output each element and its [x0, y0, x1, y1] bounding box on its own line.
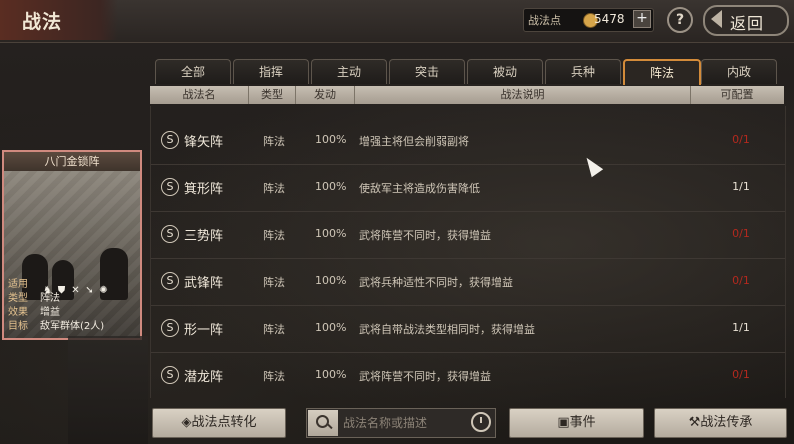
- search-box: [306, 408, 496, 438]
- hammer-icon: ⚒: [688, 415, 701, 430]
- back-button[interactable]: 返回: [703, 5, 789, 36]
- top-bar: 战法 战法点 5478 + ? 返回: [0, 0, 794, 43]
- back-label: 返回: [730, 14, 765, 33]
- tactic-rate: 100%: [315, 133, 347, 146]
- tab-all[interactable]: 全部: [155, 59, 231, 84]
- events-label: 事件: [569, 415, 596, 430]
- tab-internal[interactable]: 内政: [701, 59, 777, 84]
- tactic-rate: 100%: [315, 274, 347, 287]
- grade-badge: S: [161, 131, 179, 149]
- tactic-config-count: 0/1: [732, 368, 750, 381]
- tactic-name: 潜龙阵: [184, 370, 224, 385]
- field-value: 增益: [40, 307, 60, 318]
- tab-command[interactable]: 指挥: [233, 59, 309, 84]
- tab-formation[interactable]: 阵法: [623, 59, 701, 85]
- grade-badge: S: [161, 272, 179, 290]
- page-title: 战法: [22, 11, 63, 33]
- points-value: 5478: [594, 12, 625, 26]
- search-button[interactable]: [308, 410, 338, 436]
- shield-icon: ⛊: [57, 285, 66, 296]
- convert-points-button[interactable]: ◈战法点转化: [152, 408, 286, 438]
- tactic-rate: 100%: [315, 227, 347, 240]
- tactic-type: 阵法: [263, 276, 285, 289]
- tactic-config-count: 0/1: [732, 227, 750, 240]
- field-key: 适用: [8, 279, 28, 290]
- scroll-icon: ▣: [557, 415, 570, 430]
- add-points-button[interactable]: +: [633, 10, 651, 28]
- grade-badge: S: [161, 178, 179, 196]
- inherit-tactic-button[interactable]: ⚒战法传承: [654, 408, 787, 438]
- tactic-description: 武将自带战法类型相同时，获得增益: [359, 323, 535, 336]
- tactic-list[interactable]: S 锋矢阵 阵法 100% 增强主将但会削弱副将 0/1 S 箕形阵 阵法 10…: [150, 106, 786, 398]
- tactic-rate: 100%: [315, 321, 347, 334]
- convert-icon: ◈: [181, 415, 192, 430]
- wheel-icon: ✺: [99, 285, 108, 296]
- back-arrow-icon: [711, 10, 722, 28]
- header-name[interactable]: 战法名: [150, 86, 249, 104]
- tactic-config-count: 1/1: [732, 321, 750, 334]
- table-header: 战法名 类型 发动 战法说明 可配置: [150, 86, 784, 104]
- spear-icon: ➘: [85, 285, 94, 296]
- search-icon-handle: [326, 422, 333, 430]
- header-type[interactable]: 类型: [249, 86, 296, 104]
- tactic-rate: 100%: [315, 368, 347, 381]
- field-value: 敌军群体(2人): [40, 321, 105, 332]
- card-title: 八门金锁阵: [4, 152, 140, 171]
- tactic-type: 阵法: [263, 229, 285, 242]
- tactic-description: 武将阵营不同时，获得增益: [359, 370, 491, 383]
- tactic-preview-card[interactable]: 八门金锁阵 适用 类型 阵法 效果 增益 目标 敌军群体(2人) ♞ ⛊ ✕ ➘ ✺: [2, 150, 142, 340]
- card-shadow: [68, 336, 148, 444]
- events-button[interactable]: ▣事件: [509, 408, 644, 438]
- search-icon: [316, 415, 329, 428]
- tab-assault[interactable]: 突击: [389, 59, 465, 84]
- tactic-description: 武将兵种适性不同时，获得增益: [359, 276, 513, 289]
- tactic-description: 使敌军主将造成伤害降低: [359, 182, 480, 195]
- tactic-name: 锋矢阵: [184, 135, 224, 150]
- history-clock-icon[interactable]: [471, 412, 491, 432]
- header-rate[interactable]: 发动: [296, 86, 355, 104]
- convert-label: 战法点转化: [191, 415, 257, 430]
- tab-active[interactable]: 主动: [311, 59, 387, 84]
- points-label: 战法点: [528, 14, 561, 27]
- tab-passive[interactable]: 被动: [467, 59, 543, 84]
- table-row[interactable]: S 三势阵 阵法 100% 武将阵营不同时，获得增益 0/1: [151, 212, 785, 259]
- header-description: 战法说明: [355, 86, 691, 104]
- tactic-description: 增强主将但会削弱副将: [359, 135, 469, 148]
- help-button[interactable]: ?: [667, 7, 693, 33]
- tactic-name: 形一阵: [184, 323, 224, 338]
- table-row[interactable]: S 潜龙阵 阵法 100% 武将阵营不同时，获得增益 0/1: [151, 353, 785, 399]
- inherit-label: 战法传承: [700, 415, 753, 430]
- tactic-config-count: 0/1: [732, 133, 750, 146]
- tactic-name: 三势阵: [184, 229, 224, 244]
- grade-badge: S: [161, 225, 179, 243]
- field-key: 类型: [8, 293, 28, 304]
- table-row[interactable]: S 锋矢阵 阵法 100% 增强主将但会削弱副将 0/1: [151, 118, 785, 165]
- tactic-type: 阵法: [263, 370, 285, 383]
- table-row[interactable]: S 武锋阵 阵法 100% 武将兵种适性不同时，获得增益 0/1: [151, 259, 785, 306]
- tab-troop[interactable]: 兵种: [545, 59, 621, 84]
- field-key: 目标: [8, 321, 28, 332]
- tactic-type: 阵法: [263, 323, 285, 336]
- tactic-type: 阵法: [263, 182, 285, 195]
- unit-type-icons: ♞ ⛊ ✕ ➘ ✺: [42, 278, 112, 297]
- tactic-config-count: 0/1: [732, 274, 750, 287]
- crossbow-icon: ✕: [71, 285, 80, 296]
- table-row[interactable]: S 箕形阵 阵法 100% 使敌军主将造成伤害降低 1/1: [151, 165, 785, 212]
- tactic-description: 武将阵营不同时，获得增益: [359, 229, 491, 242]
- header-configurable[interactable]: 可配置: [691, 86, 783, 104]
- tactic-rate: 100%: [315, 180, 347, 193]
- search-input[interactable]: [341, 411, 471, 435]
- table-row[interactable]: S 形一阵 阵法 100% 武将自带战法类型相同时，获得增益 1/1: [151, 306, 785, 353]
- tactic-config-count: 1/1: [732, 180, 750, 193]
- field-key: 效果: [8, 307, 28, 318]
- cavalry-icon: ♞: [43, 285, 52, 296]
- tactic-type: 阵法: [263, 135, 285, 148]
- grade-badge: S: [161, 366, 179, 384]
- tactic-name: 武锋阵: [184, 276, 224, 291]
- tactic-name: 箕形阵: [184, 182, 224, 197]
- grade-badge: S: [161, 319, 179, 337]
